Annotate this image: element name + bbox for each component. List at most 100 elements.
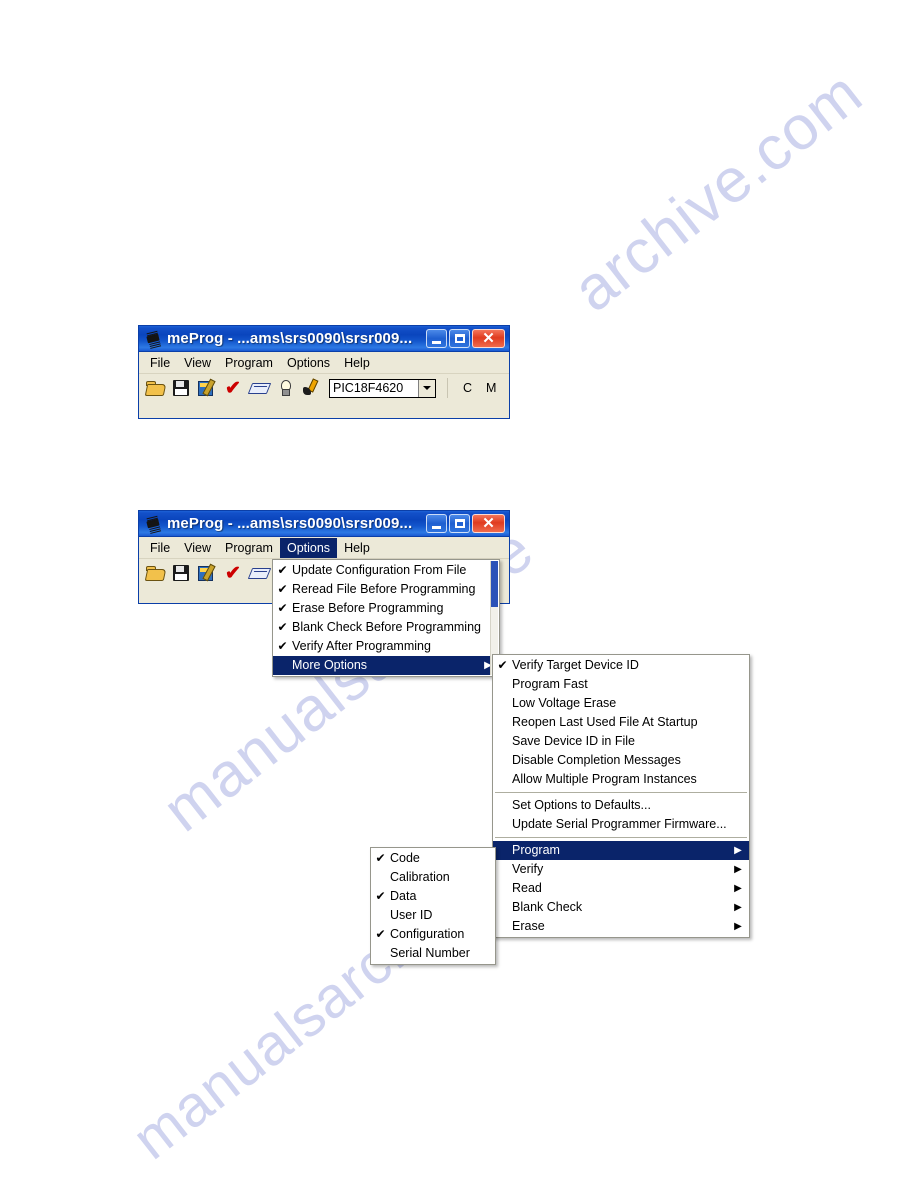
options-item-more-options[interactable]: More Options ▶ [273, 656, 499, 675]
minimize-icon[interactable] [426, 329, 447, 348]
menu-item-label: Allow Multiple Program Instances [512, 772, 697, 786]
title-bar[interactable]: meProg - ...ams\srs0090\srsr009... ✕ [139, 326, 509, 352]
menu-item-label: Verify [512, 862, 544, 876]
close-icon[interactable]: ✕ [472, 329, 505, 348]
menu-item-label: Code [390, 851, 420, 865]
menu-program[interactable]: Program [218, 538, 280, 558]
menu-view[interactable]: View [177, 353, 218, 373]
erase-icon[interactable] [247, 563, 272, 583]
open-file-icon[interactable] [144, 563, 167, 583]
indicator-m[interactable]: M [482, 381, 500, 395]
menu-item-label: Serial Number [390, 946, 470, 960]
meprog-window-top[interactable]: meProg - ...ams\srs0090\srsr009... ✕ Fil… [138, 325, 510, 419]
checkmark-icon: ✔ [375, 851, 386, 865]
more-options-item-reopen-last-used-file-at-startup[interactable]: Reopen Last Used File At Startup [493, 713, 749, 732]
read-device-icon[interactable] [301, 378, 321, 398]
save-file-icon[interactable] [171, 563, 191, 583]
program-item-serial-number[interactable]: Serial Number [371, 944, 495, 963]
tool-bar[interactable]: ✔ PIC18F4620 C M [139, 374, 509, 402]
menu-options[interactable]: Options [279, 537, 338, 558]
verify-icon[interactable]: ✔ [223, 378, 243, 398]
menu-view[interactable]: View [177, 538, 218, 558]
menu-separator [495, 792, 747, 793]
toolbar-divider [447, 378, 448, 398]
more-options-item-program[interactable]: Program ▶ [493, 841, 749, 860]
menu-help[interactable]: Help [337, 353, 377, 373]
menu-scrollbar-thumb[interactable] [491, 561, 498, 607]
submenu-arrow-icon: ▶ [734, 883, 742, 894]
more-options-item-save-device-id-in-file[interactable]: Save Device ID in File [493, 732, 749, 751]
menu-item-label: Verify After Programming [292, 639, 431, 653]
menu-item-label: Data [390, 889, 417, 903]
options-dropdown-menu[interactable]: ✔ Update Configuration From File ✔ Reread F… [272, 559, 500, 677]
title-bar[interactable]: meProg - ...ams\srs0090\srsr009... ✕ [139, 511, 509, 537]
device-select[interactable]: PIC18F4620 [329, 378, 436, 398]
submenu-arrow-icon: ▶ [734, 864, 742, 875]
more-options-item-verify[interactable]: Verify ▶ [493, 860, 749, 879]
menu-item-label: Erase Before Programming [292, 601, 444, 615]
options-item-reread-file-before-programming[interactable]: ✔ Reread File Before Programming [273, 580, 499, 599]
more-options-item-low-voltage-erase[interactable]: Low Voltage Erase [493, 694, 749, 713]
more-options-item-disable-completion-messages[interactable]: Disable Completion Messages [493, 751, 749, 770]
more-options-item-blank-check[interactable]: Blank Check ▶ [493, 898, 749, 917]
menu-bar[interactable]: File View Program Options Help [139, 537, 509, 559]
menu-program[interactable]: Program [218, 353, 280, 373]
indicator-c[interactable]: C [459, 381, 476, 395]
more-options-item-update-serial-programmer-firmware[interactable]: Update Serial Programmer Firmware... [493, 815, 749, 834]
program-submenu[interactable]: ✔ Code Calibration ✔ Data User ID ✔ Configurati… [370, 847, 496, 965]
program-item-user-id[interactable]: User ID [371, 906, 495, 925]
program-item-calibration[interactable]: Calibration [371, 868, 495, 887]
window-title: meProg - ...ams\srs0090\srsr009... [167, 330, 413, 347]
watermark-text: archive.com [560, 58, 876, 326]
program-device-icon[interactable] [197, 378, 217, 398]
submenu-arrow-icon: ▶ [734, 902, 742, 913]
page-canvas: archive.com manualsarchive manualsarchiv… [0, 0, 918, 1188]
menu-bar[interactable]: File View Program Options Help [139, 352, 509, 374]
checkmark-icon: ✔ [277, 601, 288, 615]
maximize-icon[interactable] [449, 329, 470, 348]
minimize-icon[interactable] [426, 514, 447, 533]
menu-item-label: User ID [390, 908, 433, 922]
submenu-arrow-icon: ▶ [734, 921, 742, 932]
program-item-configuration[interactable]: ✔ Configuration [371, 925, 495, 944]
chip-icon [144, 516, 162, 532]
menu-file[interactable]: File [143, 538, 177, 558]
more-options-item-program-fast[interactable]: Program Fast [493, 675, 749, 694]
options-item-blank-check-before-programming[interactable]: ✔ Blank Check Before Programming [273, 618, 499, 637]
menu-item-label: Blank Check [512, 900, 583, 914]
menu-item-label: More Options [292, 658, 368, 672]
more-options-item-erase[interactable]: Erase ▶ [493, 917, 749, 936]
program-device-icon[interactable] [197, 563, 217, 583]
menu-item-label: Disable Completion Messages [512, 753, 681, 767]
more-options-item-verify-target-device-id[interactable]: ✔ Verify Target Device ID [493, 656, 749, 675]
checkmark-icon: ✔ [277, 563, 288, 577]
options-item-verify-after-programming[interactable]: ✔ Verify After Programming [273, 637, 499, 656]
menu-file[interactable]: File [143, 353, 177, 373]
more-options-item-read[interactable]: Read ▶ [493, 879, 749, 898]
program-item-data[interactable]: ✔ Data [371, 887, 495, 906]
more-options-item-set-options-to-defaults[interactable]: Set Options to Defaults... [493, 796, 749, 815]
options-item-update-configuration-from-file[interactable]: ✔ Update Configuration From File [273, 561, 499, 580]
menu-item-label: Low Voltage Erase [512, 696, 617, 710]
menu-help[interactable]: Help [337, 538, 377, 558]
menu-item-label: Configuration [390, 927, 465, 941]
more-options-submenu[interactable]: ✔ Verify Target Device ID Program Fast Low … [492, 654, 750, 938]
menu-options[interactable]: Options [280, 353, 337, 373]
menu-item-label: Reread File Before Programming [292, 582, 476, 596]
close-icon[interactable]: ✕ [472, 514, 505, 533]
submenu-arrow-icon: ▶ [734, 845, 742, 856]
blank-check-icon[interactable] [275, 378, 295, 398]
window-controls[interactable]: ✕ [426, 329, 507, 348]
window-controls[interactable]: ✕ [426, 514, 507, 533]
chevron-down-icon[interactable] [418, 379, 435, 397]
save-file-icon[interactable] [171, 378, 191, 398]
program-item-code[interactable]: ✔ Code [371, 849, 495, 868]
erase-icon[interactable] [247, 378, 272, 398]
maximize-icon[interactable] [449, 514, 470, 533]
options-item-erase-before-programming[interactable]: ✔ Erase Before Programming [273, 599, 499, 618]
more-options-item-allow-multiple-program-instances[interactable]: Allow Multiple Program Instances [493, 770, 749, 789]
open-file-icon[interactable] [144, 378, 167, 398]
chip-icon [144, 331, 162, 347]
verify-icon[interactable]: ✔ [223, 563, 243, 583]
checkmark-icon: ✔ [497, 658, 508, 672]
